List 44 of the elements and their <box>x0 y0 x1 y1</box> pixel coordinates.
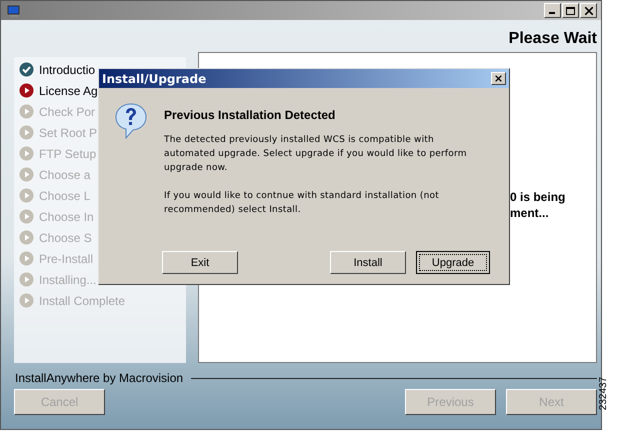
dialog-heading: Previous Installation Detected <box>164 108 336 122</box>
question-icon <box>115 103 147 139</box>
step-label: Check Por <box>39 104 96 118</box>
close-icon <box>584 6 592 14</box>
step-label: Introductio <box>39 62 96 76</box>
step-label: Choose a <box>39 168 90 182</box>
step-label: Choose In <box>39 210 94 224</box>
step-label: License Ag <box>39 84 98 98</box>
step-label: Installing... <box>39 272 96 286</box>
step-label: Choose S <box>39 230 92 244</box>
play-circle-icon <box>19 251 34 266</box>
step-label: Install Complete <box>39 294 126 308</box>
play-circle-icon <box>19 104 34 119</box>
maximize-button[interactable] <box>562 3 579 18</box>
check-circle-icon <box>19 62 34 77</box>
dialog-message: The detected previously installed WCS is compatible with automated upgrade. Select upgrade if you would like to perform upgrade now. <box>164 134 468 175</box>
play-circle-icon <box>19 188 34 203</box>
play-circle-icon <box>19 83 34 98</box>
figure-number: 232437 <box>598 376 609 410</box>
dialog-button[interactable]: Exit <box>162 251 238 274</box>
status-text: 0 is being <box>510 189 566 205</box>
play-circle-icon <box>19 293 34 308</box>
page-heading: Please Wait <box>508 30 597 48</box>
dialog-message: If you would like to contnue with standard installation (not recommended) select Install. <box>164 190 440 217</box>
play-circle-icon <box>19 272 34 287</box>
play-circle-icon <box>19 125 34 140</box>
minimize-button[interactable] <box>544 3 561 18</box>
step-label: FTP Setup <box>39 146 96 160</box>
status-text: ment... <box>510 205 550 221</box>
step-label: Set Root P <box>39 126 98 140</box>
step-label: Choose L <box>39 188 90 202</box>
close-button[interactable] <box>580 3 597 18</box>
play-circle-icon <box>19 167 34 182</box>
close-button[interactable]: × <box>491 72 506 85</box>
play-circle-icon <box>19 146 34 161</box>
step-label: Pre-Install <box>39 252 94 266</box>
dialog-button[interactable]: Upgrade <box>416 251 490 274</box>
dialog-button[interactable]: Install <box>330 251 406 274</box>
dialog-title: Install/Upgrade <box>102 72 206 86</box>
play-circle-icon <box>19 209 34 224</box>
play-circle-icon <box>19 230 34 245</box>
maximize-icon <box>566 6 575 14</box>
brand-text: InstallAnywhere by Macrovision <box>15 371 184 385</box>
computer-icon <box>5 4 21 18</box>
